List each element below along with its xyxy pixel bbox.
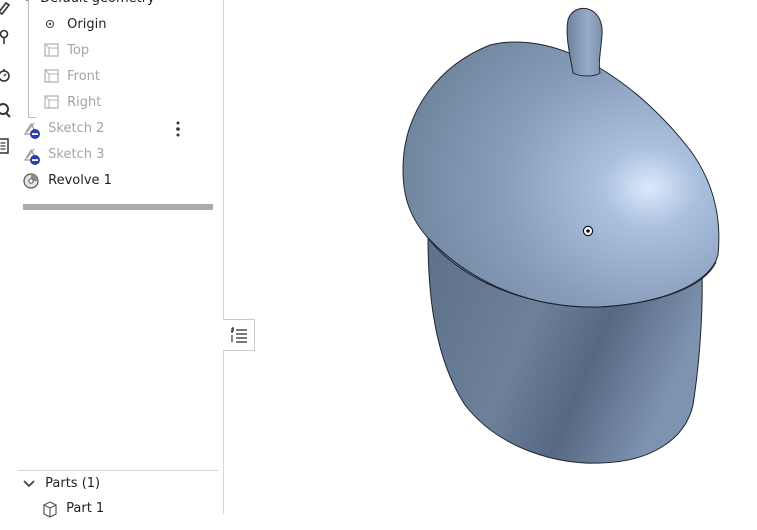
graphics-viewport[interactable] [224, 0, 757, 514]
tree-item-sketch-3[interactable]: Sketch 3 [23, 143, 104, 167]
parts-section-header[interactable]: Parts (1) [22, 472, 100, 496]
chevron-down-icon[interactable] [22, 472, 41, 496]
tree-item-default-geometry[interactable]: Default geometry [22, 0, 155, 11]
toolbar-strip [0, 0, 19, 514]
tree-item-revolve-1[interactable]: Revolve 1 [23, 169, 112, 193]
tree-item-origin[interactable]: Origin [44, 13, 106, 37]
origin-marker[interactable] [582, 225, 594, 237]
section-divider [18, 470, 218, 471]
part-list-item[interactable]: Part 1 [42, 497, 104, 521]
tree-item-label: Right [67, 95, 102, 110]
list-icon[interactable] [0, 137, 11, 155]
pin-tool-icon[interactable] [0, 28, 11, 46]
timer-icon[interactable] [0, 66, 11, 84]
origin-icon [44, 13, 63, 37]
sketch-hidden-icon [23, 143, 44, 167]
tree-item-sketch-2[interactable]: Sketch 2 [23, 117, 104, 141]
chevron-down-icon[interactable] [22, 0, 36, 11]
feature-list-panel: Default geometry Origin Top [18, 0, 224, 518]
plane-icon [44, 65, 63, 89]
tree-item-label: Sketch 3 [48, 147, 105, 162]
horizontal-scrollbar[interactable] [23, 204, 213, 210]
acorn-model[interactable] [224, 0, 757, 514]
tree-item-label: Default geometry [40, 0, 155, 11]
tree-item-label: Revolve 1 [48, 173, 112, 188]
part-label: Part 1 [66, 501, 105, 516]
search-icon[interactable] [0, 101, 11, 119]
tree-item-label: Origin [67, 17, 107, 32]
parts-header-label: Parts (1) [45, 476, 101, 491]
plane-icon [44, 91, 63, 115]
tree-guide-line [28, 0, 29, 118]
tree-item-front-plane[interactable]: Front [44, 65, 100, 89]
tree-item-label: Top [67, 43, 90, 58]
tree-item-label: Sketch 2 [48, 121, 105, 136]
sketch-hidden-icon [23, 117, 44, 141]
part-icon [42, 497, 62, 521]
acorn-stem [566, 7, 603, 77]
tree-item-top-plane[interactable]: Top [44, 39, 89, 63]
plane-icon [44, 39, 63, 63]
sketch-tool-icon[interactable] [0, 0, 11, 18]
revolve-icon [23, 169, 44, 193]
tree-item-right-plane[interactable]: Right [44, 91, 101, 115]
tree-item-label: Front [67, 69, 101, 84]
more-options-icon[interactable] [174, 119, 182, 139]
